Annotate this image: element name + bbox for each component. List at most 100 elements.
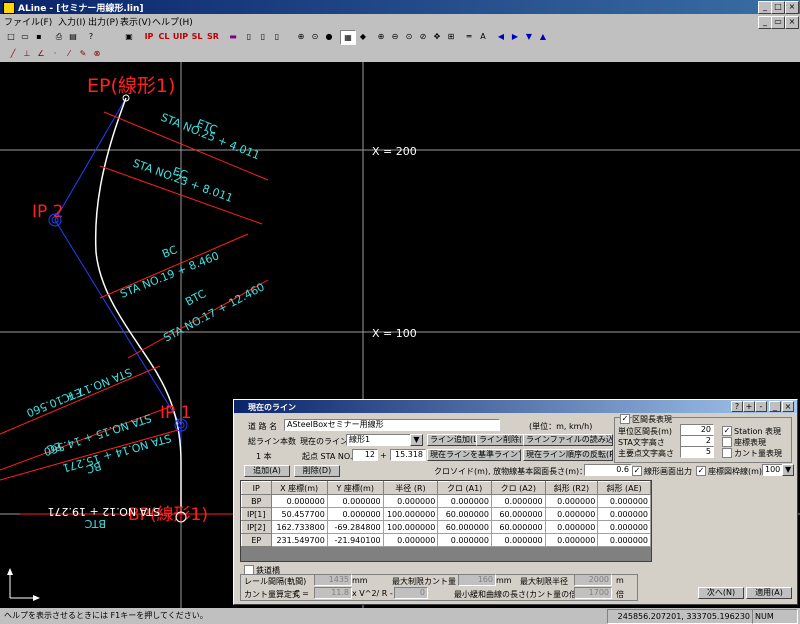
zoom-prev-icon[interactable]: ⊘ <box>416 30 430 43</box>
hline-icon[interactable]: ═ <box>462 30 476 43</box>
table-cell[interactable]: 60.000000 <box>437 520 492 534</box>
route-name-input[interactable]: ASteelBoxセミナー用線形 <box>284 419 500 431</box>
arrow-right-icon[interactable]: ▶ <box>508 30 522 43</box>
table-cell[interactable]: 0.000000 <box>597 533 651 547</box>
menu-help[interactable]: ヘルプ(H) <box>152 15 193 28</box>
table-cell[interactable]: 0.000000 <box>490 533 546 547</box>
table-cell[interactable]: -69.284800 <box>326 520 384 534</box>
cl-button[interactable]: CL <box>157 30 171 43</box>
table-header-cell[interactable]: Y 座標(m) <box>326 481 384 495</box>
gauge-input[interactable]: 1435 <box>314 574 352 586</box>
table-cell[interactable]: 100.000000 <box>382 507 439 521</box>
minimize-button[interactable]: _ <box>758 1 772 14</box>
table-cell[interactable]: 0.000000 <box>597 507 651 521</box>
table-cell[interactable]: 0.000000 <box>270 494 328 508</box>
doc-icon-2[interactable]: ▯ <box>256 30 270 43</box>
grid-toggle-icon[interactable]: ▦ <box>340 30 356 45</box>
table-header-cell[interactable]: X 座標(m) <box>270 481 328 495</box>
table-cell[interactable]: 0.000000 <box>382 533 439 547</box>
table-cell[interactable]: 60.000000 <box>490 507 546 521</box>
sl-button[interactable]: SL <box>190 30 204 43</box>
zoom-window-icon[interactable]: ⊙ <box>308 30 322 43</box>
dialog-collapse-button[interactable]: - <box>755 401 767 412</box>
table-cell[interactable]: 0.000000 <box>326 507 384 521</box>
new-file-icon[interactable]: □ <box>4 30 18 43</box>
table-row-header[interactable]: EP <box>241 533 272 547</box>
delete-line-button[interactable]: ライン削除(E) <box>476 434 524 446</box>
table-cell[interactable]: 100.000000 <box>382 520 439 534</box>
min-radius-input[interactable]: 2000 <box>574 574 612 586</box>
dialog-close-button[interactable]: × <box>782 401 794 412</box>
coord-frame-checkbox[interactable]: ✓ <box>696 466 706 476</box>
load-line-file-button[interactable]: ラインファイルの読み込み <box>523 434 613 446</box>
preview-icon[interactable]: ▤ <box>66 30 80 43</box>
doc-icon-1[interactable]: ▯ <box>242 30 256 43</box>
zoom-in-icon[interactable]: ⊕ <box>374 30 388 43</box>
coord-display-checkbox[interactable] <box>722 437 732 447</box>
table-cell[interactable]: 50.457700 <box>270 507 328 521</box>
slash-icon[interactable]: ⁄ <box>62 47 76 60</box>
cant-display-checkbox[interactable] <box>722 448 732 458</box>
cancel-icon[interactable]: ⊗ <box>90 47 104 60</box>
table-header-cell[interactable]: クロ (A1) <box>437 481 492 495</box>
apply-button[interactable]: 適用(A) <box>746 587 792 599</box>
table-header-cell[interactable]: IP <box>241 481 272 495</box>
main-point-char-height-input[interactable]: 5 <box>680 446 714 458</box>
doc-icon-3[interactable]: ▯ <box>270 30 284 43</box>
table-cell[interactable]: 0.000000 <box>437 533 492 547</box>
sr-button[interactable]: SR <box>206 30 220 43</box>
maximize-button[interactable]: □ <box>771 1 785 14</box>
dialog-help-button[interactable]: ? <box>731 401 743 412</box>
table-header-cell[interactable]: 斜形 (AE) <box>597 481 651 495</box>
arrow-up-icon[interactable]: ▲ <box>536 30 550 43</box>
print-icon[interactable]: ⎙ <box>52 30 66 43</box>
start-sta-no-input[interactable]: 12 <box>352 449 378 461</box>
table-cell[interactable]: 60.000000 <box>490 520 546 534</box>
table-cell[interactable]: 0.000000 <box>544 533 599 547</box>
next-button[interactable]: 次へ(N) <box>698 587 744 599</box>
open-file-icon[interactable]: ▭ <box>18 30 32 43</box>
draw-line-icon[interactable]: ╱ <box>6 47 20 60</box>
table-cell[interactable]: 0.000000 <box>544 520 599 534</box>
menu-output[interactable]: 出力(P) <box>88 15 118 28</box>
reverse-line-order-button[interactable]: 現在ライン順序の反転(R) <box>523 449 613 461</box>
cant-formula-input[interactable]: 0 <box>394 587 428 599</box>
menu-file[interactable]: ファイル(F) <box>4 15 52 28</box>
min-transition-input[interactable]: 1700 <box>574 587 612 599</box>
current-line-dropdown-icon[interactable]: ▼ <box>410 434 423 446</box>
zoom-all-icon[interactable]: ⊙ <box>402 30 416 43</box>
close-button[interactable]: × <box>785 1 799 14</box>
dialog-title-bar[interactable]: 現在のライン ? + - _ × <box>234 400 797 413</box>
table-header-cell[interactable]: 斜形 (R2) <box>544 481 599 495</box>
zoom-icon[interactable]: ⊕ <box>294 30 308 43</box>
dialog-minimize-button[interactable]: _ <box>769 401 781 412</box>
table-cell[interactable]: 0.000000 <box>544 507 599 521</box>
arrow-down-icon[interactable]: ▼ <box>522 30 536 43</box>
table-cell[interactable]: 0.000000 <box>597 520 651 534</box>
table-cell[interactable]: 0.000000 <box>544 494 599 508</box>
erase-icon[interactable]: ◆ <box>356 30 370 43</box>
point-icon[interactable]: · <box>48 47 62 60</box>
fit-icon[interactable]: ⊞ <box>444 30 458 43</box>
uip-button[interactable]: UIP <box>172 30 189 43</box>
set-base-line-button[interactable]: 現在ラインを基準ラインで <box>427 449 521 461</box>
redraw-icon[interactable]: ● <box>322 30 336 43</box>
table-cell[interactable]: -21.940100 <box>326 533 384 547</box>
save-icon[interactable]: ▪ <box>32 30 46 43</box>
table-row-header[interactable]: IP[2] <box>241 520 272 534</box>
add-line-button[interactable]: ライン追加(L) <box>427 434 477 446</box>
help-icon[interactable]: ? <box>84 30 98 43</box>
arrow-left-icon[interactable]: ◀ <box>494 30 508 43</box>
interval-display-checkbox[interactable]: ✓ <box>620 414 630 424</box>
table-row-header[interactable]: IP[1] <box>241 507 272 521</box>
line-screen-output-checkbox[interactable]: ✓ <box>632 466 642 476</box>
pan-icon[interactable]: ✥ <box>430 30 444 43</box>
table-header-cell[interactable]: 半径 (R) <box>382 481 439 495</box>
table-cell[interactable]: 0.000000 <box>382 494 439 508</box>
max-cant-input[interactable]: 160 <box>458 574 496 586</box>
ip-button[interactable]: IP <box>142 30 156 43</box>
perpendicular-icon[interactable]: ⊥ <box>20 47 34 60</box>
cant-c-input[interactable]: 11.8 <box>314 587 352 599</box>
angle-line-icon[interactable]: ∠ <box>34 47 48 60</box>
table-cell[interactable]: 0.000000 <box>437 494 492 508</box>
